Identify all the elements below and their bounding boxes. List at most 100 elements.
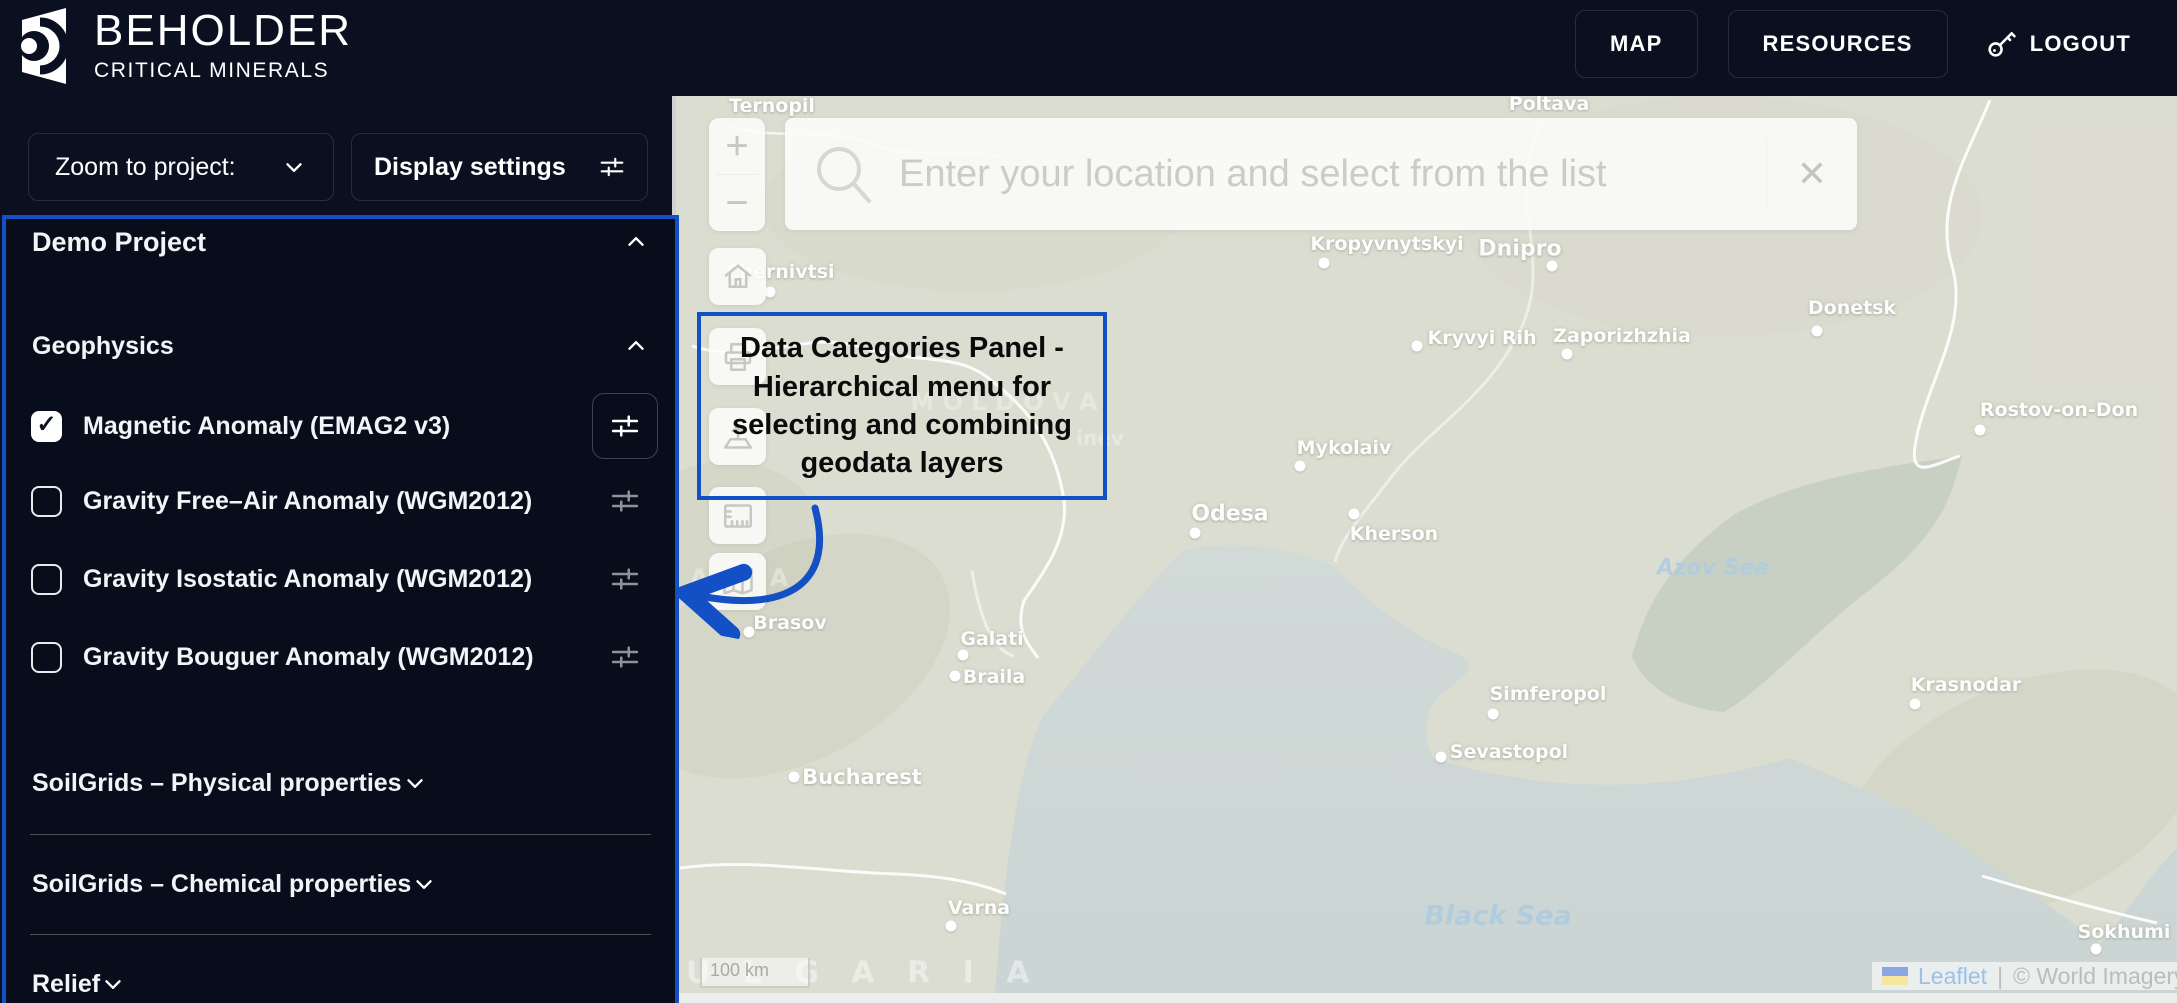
layer-checkbox[interactable]: ✓	[31, 641, 62, 673]
logout-label: LOGOUT	[2029, 31, 2131, 56]
search-icon	[817, 147, 871, 203]
map-city-dot	[764, 286, 776, 298]
map-city-dot	[1909, 698, 1921, 710]
data-categories-panel: Demo Project Geophysics ✓ Magnetic Anoma…	[2, 215, 679, 1003]
map-city-label: Varna	[947, 897, 1011, 919]
annotation-text: Data Categories Panel - Hierarchical men…	[732, 332, 1072, 480]
map-attribution: Leaflet | © World Imagery	[1872, 962, 2177, 990]
geophysics-accordion-header[interactable]: Geophysics	[6, 319, 675, 373]
chevron-down-icon	[416, 880, 432, 889]
zoom-in-button[interactable]: +	[709, 118, 765, 174]
map-city-dot	[1189, 527, 1201, 539]
home-icon	[724, 263, 751, 288]
section-label: Relief	[32, 969, 101, 998]
app-subtitle: CRITICAL MINERALS	[94, 59, 330, 82]
map-city-dot	[2090, 943, 2102, 955]
leaflet-attribution-link[interactable]: Leaflet	[1918, 963, 1987, 990]
layer-row: ✓ Gravity Bouguer Anomaly (WGM2012)	[6, 625, 675, 689]
attribution-separator: |	[1997, 962, 2004, 989]
map-city-label: Mykolaiv	[1296, 437, 1392, 459]
layer-row: ✓ Gravity Isostatic Anomaly (WGM2012)	[6, 547, 675, 611]
map-city-dot	[1487, 708, 1499, 720]
map-city-label: Poltava	[1508, 96, 1590, 115]
ukraine-flag-icon	[1882, 967, 1908, 985]
map-city-dot	[945, 920, 957, 932]
map-city-dot	[788, 771, 800, 783]
layer-label: Gravity Isostatic Anomaly (WGM2012)	[83, 564, 533, 593]
map-city-label: Krasnodar	[1910, 674, 2022, 696]
chevron-down-icon	[105, 980, 121, 989]
section-label: SoilGrids – Physical properties	[32, 768, 402, 797]
location-search-bar: ✕	[785, 118, 1857, 230]
sliders-icon	[611, 415, 639, 437]
layer-settings-button[interactable]	[592, 468, 658, 534]
ruler-icon	[723, 503, 752, 528]
map-sea-label: Azov Sea	[1656, 555, 1770, 581]
layer-settings-button[interactable]	[592, 546, 658, 612]
geophysics-label: Geophysics	[32, 331, 174, 360]
map-city-label: Braila	[962, 666, 1026, 688]
layer-checkbox[interactable]: ✓	[31, 485, 62, 517]
map-canvas[interactable]: M O L D O V Ainev A A U L G A R I A Ternopi…	[672, 96, 2177, 1003]
map-city-dot	[1294, 460, 1306, 472]
map-city-label: Kherson	[1349, 523, 1439, 545]
map-city-dot	[1546, 260, 1558, 272]
home-extent-button[interactable]	[709, 248, 766, 305]
map-city-label: Kryvyi Rih	[1427, 327, 1537, 349]
map-city-label: Galati	[960, 628, 1024, 650]
imagery-credit: © World Imagery	[2013, 962, 2177, 989]
display-settings-button[interactable]: Display settings	[351, 133, 648, 201]
collapsed-section-header[interactable]: SoilGrids – Chemical properties	[6, 854, 675, 914]
layer-checkbox[interactable]: ✓	[31, 410, 62, 442]
key-icon	[1988, 32, 2016, 57]
chevron-down-icon	[286, 163, 302, 172]
collapsed-section-header[interactable]: Relief	[6, 954, 675, 1003]
map-city-label: Donetsk	[1807, 297, 1897, 319]
basemap-button[interactable]	[709, 553, 766, 610]
map-city-label: Dnipro	[1478, 236, 1562, 262]
search-clear-button[interactable]: ✕	[1767, 153, 1857, 195]
section-label: SoilGrids – Chemical properties	[32, 869, 412, 898]
map-city-dot	[957, 649, 969, 661]
map-city-dot	[1561, 348, 1573, 360]
section-divider	[30, 834, 651, 835]
zoom-to-project-label: Zoom to project:	[55, 152, 236, 181]
chevron-up-icon	[628, 237, 644, 246]
nav-resources-button[interactable]: RESOURCES	[1727, 10, 1948, 78]
map-sea-label: Black Sea	[1424, 900, 1572, 932]
app-title: BEHOLDER	[94, 6, 353, 55]
project-accordion-header[interactable]: Demo Project	[6, 219, 675, 265]
chevron-up-icon	[628, 341, 644, 350]
map-city-dot	[1348, 508, 1360, 520]
map-city-label: Sokhumi	[2077, 921, 2171, 943]
map-city-dot	[1435, 751, 1447, 763]
section-divider	[30, 934, 651, 935]
map-city-label: Bucharest	[802, 765, 922, 789]
layer-settings-button[interactable]	[592, 393, 658, 459]
layer-label: Magnetic Anomaly (EMAG2 v3)	[83, 411, 451, 440]
map-region-label: A	[769, 564, 789, 592]
logout-button[interactable]: LOGOUT	[1978, 27, 2137, 61]
search-input[interactable]	[875, 152, 1766, 196]
zoom-to-project-dropdown[interactable]: Zoom to project:	[28, 133, 334, 201]
map-zoom-control: + −	[709, 118, 765, 231]
nav-map-button[interactable]: MAP	[1575, 10, 1698, 78]
zoom-out-button[interactable]: −	[709, 175, 765, 231]
sliders-icon	[611, 646, 639, 668]
layer-settings-button[interactable]	[592, 624, 658, 690]
map-city-dot	[949, 670, 961, 682]
layer-checkbox[interactable]: ✓	[31, 563, 62, 595]
map-city-label: Ternopil	[729, 96, 815, 117]
sliders-icon	[611, 490, 639, 512]
map-city-dot	[1811, 325, 1823, 337]
brand: BEHOLDER CRITICAL MINERALS	[16, 6, 352, 86]
sliders-icon	[600, 157, 624, 177]
map-city-label: Brasov	[753, 612, 827, 634]
page-bottom-strip	[672, 993, 2177, 1003]
app-root: M O L D O V Ainev A A U L G A R I A Ternopi…	[0, 0, 2177, 1003]
layer-label: Gravity Free–Air Anomaly (WGM2012)	[83, 486, 533, 515]
map-scale-bar: 100 km	[700, 958, 810, 988]
annotation-callout: Data Categories Panel - Hierarchical men…	[697, 312, 1107, 500]
collapsed-section-header[interactable]: SoilGrids – Physical properties	[6, 753, 675, 813]
check-icon: ✓	[36, 411, 57, 438]
